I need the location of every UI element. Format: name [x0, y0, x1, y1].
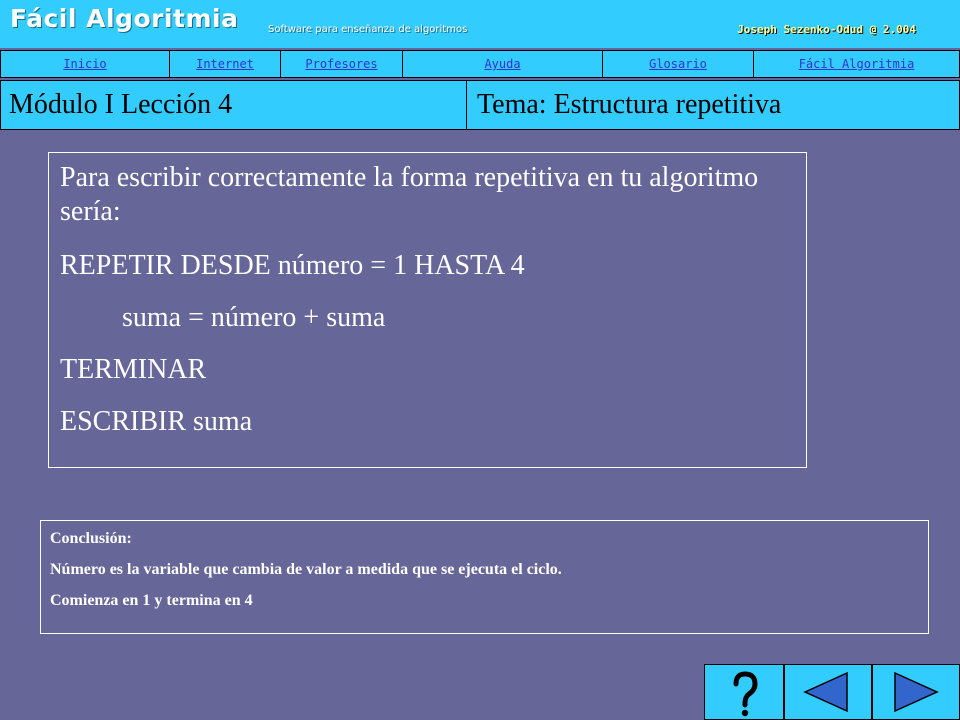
code-line-end: TERMINAR	[60, 354, 207, 385]
nav-bar: Inicio Internet Profesores Ayuda Glosari…	[0, 50, 960, 78]
triangle-right-icon	[894, 671, 939, 713]
conclusion-line-2: Comienza en 1 y termina en 4	[50, 592, 253, 609]
conclusion-box: Conclusión: Número es la variable que ca…	[40, 520, 929, 634]
code-line-sum: suma = número + suma	[122, 302, 386, 333]
triangle-left-icon	[803, 671, 848, 713]
nav-link-profesores[interactable]: Profesores	[281, 51, 403, 77]
intro-text: Para escribir correctamente la forma rep…	[60, 162, 759, 227]
module-bar: Módulo I Lección 4 Tema: Estructura repe…	[0, 80, 960, 130]
nav-link-inicio[interactable]: Inicio	[1, 51, 170, 77]
nav-link-glosario[interactable]: Glosario	[603, 51, 754, 77]
code-line-write: ESCRIBIR suma	[60, 406, 253, 437]
app-subtitle: Software para enseñanza de algoritmos	[268, 24, 468, 35]
help-button[interactable]	[704, 664, 784, 720]
header-banner: Fácil Algoritmia Software para enseñanza…	[0, 0, 960, 48]
code-line-repeat: REPETIR DESDE número = 1 HASTA 4	[60, 250, 525, 281]
nav-link-internet[interactable]: Internet	[170, 51, 281, 77]
conclusion-heading: Conclusión:	[50, 530, 132, 547]
question-mark-icon	[733, 671, 758, 717]
topic-label: Tema: Estructura repetitiva	[477, 89, 782, 120]
next-button[interactable]	[872, 664, 960, 720]
app-title: Fácil Algoritmia	[10, 4, 239, 33]
nav-link-facil-algoritmia[interactable]: Fácil Algoritmia	[754, 51, 959, 77]
conclusion-line-1: Número es la variable que cambia de valo…	[50, 561, 562, 578]
previous-button[interactable]	[784, 664, 872, 720]
module-lesson-label: Módulo I Lección 4	[1, 81, 467, 129]
algorithm-content-box: Para escribir correctamente la forma rep…	[48, 152, 807, 468]
nav-link-ayuda[interactable]: Ayuda	[403, 51, 603, 77]
author-credit: Joseph Sezenko-Odud @ 2.004	[737, 23, 916, 36]
